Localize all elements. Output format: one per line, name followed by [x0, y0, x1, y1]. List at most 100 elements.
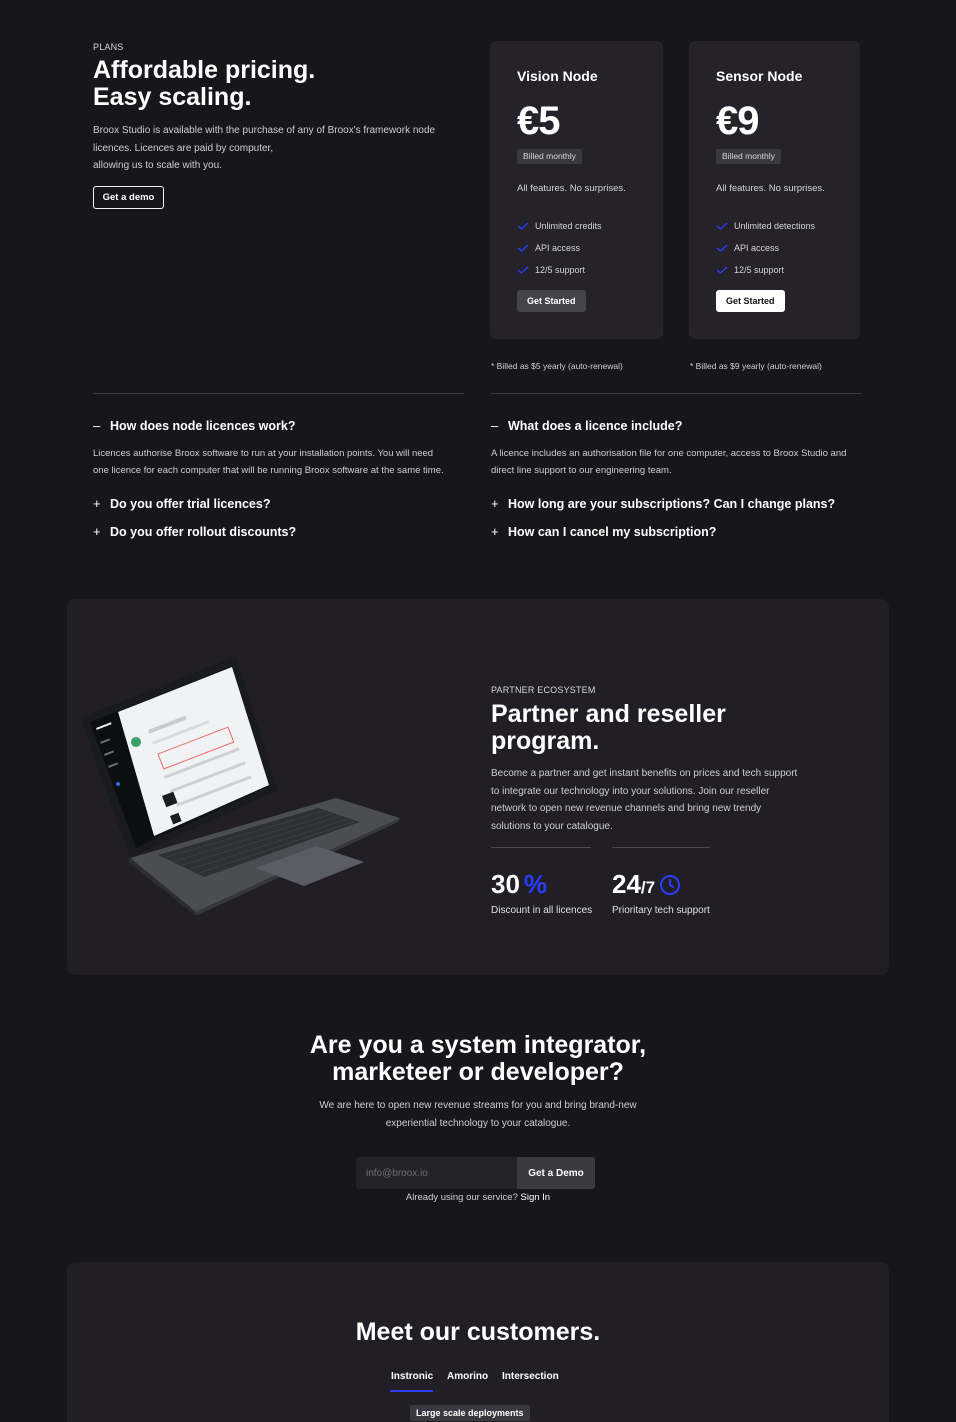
- faq-answer-line-2: one licence for each computer that will …: [93, 465, 444, 476]
- faq-question-licence-include[interactable]: – What does a licence include?: [491, 418, 682, 433]
- faq-question-label: What does a licence include?: [508, 418, 683, 433]
- tab-intersection[interactable]: Intersection: [502, 1371, 559, 1382]
- plan-feature-label: Unlimited detections: [734, 221, 816, 231]
- pricing-description: Broox Studio is available with the purch…: [93, 122, 435, 175]
- get-a-demo-button[interactable]: Get a demo: [93, 186, 164, 209]
- partner-title: Partner and reseller program.: [491, 701, 726, 755]
- partner-title-line-1: Partner and reseller: [491, 700, 726, 728]
- partner-description-line-4: solutions to your catalogue.: [491, 820, 613, 832]
- faq-divider-left: [93, 393, 464, 394]
- expand-icon: +: [93, 496, 101, 511]
- expand-icon: +: [491, 496, 499, 511]
- percent-icon: %: [523, 869, 548, 899]
- deployment-badge: Large scale deployments: [410, 1405, 530, 1421]
- check-icon: [517, 266, 529, 274]
- tab-instronic[interactable]: Instronic: [391, 1371, 433, 1382]
- plan-feature: API access: [716, 237, 815, 259]
- tab-amorino[interactable]: Amorino: [447, 1371, 488, 1382]
- faq-question-rollout-discounts[interactable]: + Do you offer rollout discounts?: [93, 524, 296, 539]
- stat-support-label: Prioritary tech support: [612, 905, 710, 916]
- plan-price: €5: [517, 99, 560, 143]
- plan-note-vision: * Billed as $5 yearly (auto-renewal): [491, 361, 623, 371]
- stat-discount-value: 30 %: [491, 869, 547, 900]
- plan-feature-list: Unlimited detections API access 12/5 sup…: [716, 215, 815, 281]
- plan-note-sensor: * Billed as $9 yearly (auto-renewal): [690, 361, 822, 371]
- billing-badge: Billed monthly: [716, 149, 781, 164]
- faq-question-cancel[interactable]: + How can I cancel my subscription?: [491, 524, 716, 539]
- plan-feature: Unlimited credits: [517, 215, 602, 237]
- plan-feature: Unlimited detections: [716, 215, 815, 237]
- plan-description: All features. No surprises.: [716, 183, 825, 194]
- pricing-description-line-2: licences. Licences are paid by computer,: [93, 142, 274, 154]
- faq-question-node-licences[interactable]: – How does node licences work?: [93, 418, 295, 433]
- plan-feature-label: 12/5 support: [734, 265, 785, 275]
- get-started-button-sensor[interactable]: Get Started: [716, 290, 785, 312]
- faq-question-label: Do you offer rollout discounts?: [110, 524, 297, 539]
- laptop-image: [80, 656, 400, 915]
- faq-question-label: How long are your subscriptions? Can I c…: [508, 496, 836, 511]
- plan-description: All features. No surprises.: [517, 183, 626, 194]
- plan-feature: 12/5 support: [517, 259, 602, 281]
- collapse-icon: –: [491, 418, 499, 433]
- faq-divider-right: [491, 393, 862, 394]
- stat-number: 24: [612, 869, 641, 899]
- stat-divider: [491, 847, 591, 848]
- plan-feature-label: Unlimited credits: [535, 221, 602, 231]
- partner-description: Become a partner and get instant benefit…: [491, 765, 797, 835]
- pricing-description-line-3: allowing us to scale with you.: [93, 160, 222, 171]
- faq-answer-line-1: Licences authorise Broox software to run…: [93, 448, 434, 459]
- integrator-description-line-1: We are here to open new revenue streams …: [319, 1100, 637, 1111]
- integrator-title-line-2: marketeer or developer?: [332, 1058, 624, 1086]
- faq-question-subscriptions[interactable]: + How long are your subscriptions? Can I…: [491, 496, 835, 511]
- plan-card-vision-node: Vision Node €5 Billed monthly All featur…: [490, 41, 663, 339]
- plan-name: Vision Node: [517, 68, 598, 84]
- active-tab-indicator: [390, 1390, 433, 1392]
- plan-feature-label: API access: [734, 243, 780, 253]
- check-icon: [716, 244, 728, 252]
- plan-feature-label: 12/5 support: [535, 265, 586, 275]
- expand-icon: +: [491, 524, 499, 539]
- pricing-title-line-1: Affordable pricing.: [93, 56, 316, 84]
- faq-answer-line-1: A licence includes an authorisation file…: [491, 448, 847, 459]
- faq-question-label: Do you offer trial licences?: [110, 496, 271, 511]
- expand-icon: +: [93, 524, 101, 539]
- sign-in-link[interactable]: Sign In: [521, 1192, 551, 1203]
- plans-eyebrow: PLANS: [93, 42, 124, 52]
- billing-badge: Billed monthly: [517, 149, 582, 164]
- partner-description-line-1: Become a partner and get instant benefit…: [491, 768, 798, 779]
- partner-title-line-2: program.: [491, 727, 600, 755]
- faq-answer-node-licences: Licences authorise Broox software to run…: [93, 445, 444, 479]
- pricing-title: Affordable pricing. Easy scaling.: [93, 57, 315, 111]
- integrator-title: Are you a system integrator, marketeer o…: [0, 1032, 956, 1086]
- check-icon: [716, 222, 728, 230]
- get-a-demo-submit-button[interactable]: Get a Demo: [517, 1157, 595, 1189]
- customers-title: Meet our customers.: [355, 1318, 601, 1346]
- check-icon: [716, 266, 728, 274]
- integrator-title-line-1: Are you a system integrator,: [309, 1031, 647, 1059]
- clock-icon: [660, 874, 681, 895]
- plan-feature-list: Unlimited credits API access 12/5 suppor…: [517, 215, 602, 281]
- plan-price: €9: [716, 99, 759, 143]
- signin-prompt: Already using our service? Sign In: [0, 1192, 956, 1203]
- integrator-description-line-2: experiential technology to your catalogu…: [385, 1117, 571, 1129]
- pricing-title-line-2: Easy scaling.: [93, 83, 252, 111]
- plan-feature: API access: [517, 237, 602, 259]
- get-started-button-vision[interactable]: Get Started: [517, 290, 586, 312]
- faq-answer-line-2: direct line support to our engineering t…: [491, 465, 672, 476]
- stat-suffix: /7: [640, 878, 656, 897]
- plan-feature-label: API access: [535, 243, 581, 253]
- faq-question-label: How does node licences work?: [110, 418, 296, 433]
- faq-question-label: How can I cancel my subscription?: [508, 524, 717, 539]
- pricing-description-line-1: Broox Studio is available with the purch…: [93, 125, 436, 136]
- faq-answer-licence-include: A licence includes an authorisation file…: [491, 445, 846, 479]
- stat-support-value: 24 /7: [612, 869, 681, 900]
- integrator-description: We are here to open new revenue streams …: [0, 1097, 956, 1132]
- stat-number: 30: [491, 869, 520, 899]
- faq-question-trial-licences[interactable]: + Do you offer trial licences?: [93, 496, 270, 511]
- plan-name: Sensor Node: [716, 68, 803, 84]
- partner-description-line-2: to integrate our technology into your so…: [491, 785, 770, 797]
- stat-discount-label: Discount in all licences: [491, 905, 593, 916]
- email-input[interactable]: [356, 1157, 517, 1189]
- partner-eyebrow: PARTNER ECOSYSTEM: [491, 685, 596, 695]
- check-icon: [517, 222, 529, 230]
